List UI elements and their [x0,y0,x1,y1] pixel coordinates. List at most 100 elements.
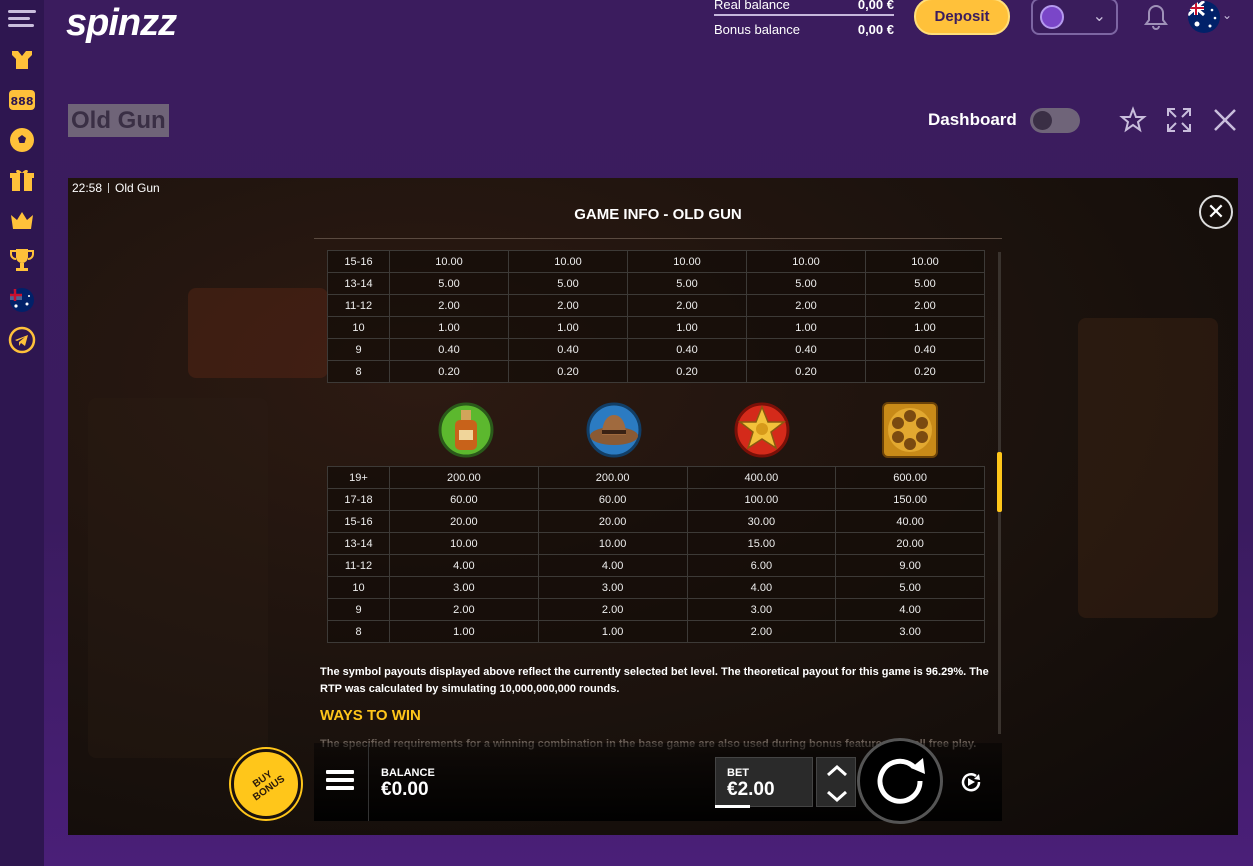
paytable-high-symbols: 19+ 200.00 200.00 400.00 600.00 17-18 60.00 60.… [327,466,985,643]
divider [368,743,369,821]
game-balance-value: €0.00 [381,779,429,800]
real-balance-label: Real balance [714,0,790,12]
slots-icon[interactable]: 888 [6,84,38,116]
payout-value: 0.40 [865,338,985,361]
payout-value: 150.00 [835,488,985,511]
sheriff-star-icon [734,402,790,458]
payout-value: 600.00 [835,466,985,489]
count-label: 11-12 [327,294,390,317]
crown-icon[interactable] [6,204,38,236]
clock: 22:58 [72,181,103,195]
menu-icon[interactable] [6,2,38,34]
payout-value: 2.00 [686,620,837,643]
avatar [1040,5,1064,29]
payout-value: 5.00 [627,272,747,295]
payout-value: 60.00 [389,488,539,511]
payout-value: 0.20 [389,360,509,383]
count-label: 9 [327,338,390,361]
count-label: 9 [327,598,390,621]
payout-value: 10.00 [389,532,539,555]
scrollbar-thumb[interactable] [997,452,1002,512]
buy-bonus-button[interactable]: BUY BONUS [231,749,301,819]
payout-value: 5.00 [746,272,866,295]
payout-value: 1.00 [537,620,688,643]
autoplay-icon[interactable] [957,768,985,796]
payout-value: 10.00 [508,250,628,273]
casino-icon[interactable] [6,44,38,76]
close-game-icon[interactable] [1211,106,1239,134]
close-icon[interactable]: ✕ [1199,195,1233,229]
count-label: 15-16 [327,510,390,533]
payout-value: 2.00 [627,294,747,317]
payout-value: 4.00 [389,554,539,577]
bet-stepper[interactable] [816,757,856,807]
count-label: 8 [327,360,390,383]
payout-value: 2.00 [508,294,628,317]
whiskey-bottle-icon [438,402,494,458]
payout-value: 4.00 [537,554,688,577]
sidebar: 888 [0,0,44,866]
real-balance-value: 0,00 € [857,0,894,12]
payout-value: 3.00 [389,576,539,599]
table-row: 11-12 4.00 4.00 6.00 9.00 [327,554,985,577]
australia-flag-icon[interactable] [6,284,38,316]
favorite-star-icon[interactable] [1119,106,1147,134]
language-flag-icon[interactable] [1188,1,1220,33]
payout-value: 2.00 [746,294,866,317]
dashboard-label: Dashboard [928,110,1017,129]
profile-menu-button[interactable]: ⌄ [1031,0,1118,35]
site-logo[interactable]: spinzz [66,2,177,45]
payout-value: 2.00 [389,294,509,317]
payout-value: 15.00 [686,532,837,555]
payout-value: 10.00 [537,532,688,555]
payout-note: The symbol payouts displayed above refle… [320,666,989,695]
game-status-bar: 22:58 Old Gun [72,181,160,195]
bonus-balance-value: 0,00 € [857,22,894,37]
table-row: 13-14 10.00 10.00 15.00 20.00 [327,532,985,555]
count-label: 17-18 [327,488,390,511]
trophy-icon[interactable] [6,244,38,276]
payout-value: 5.00 [835,576,985,599]
payout-value: 0.20 [627,360,747,383]
payout-value: 4.00 [686,576,837,599]
game-menu-icon[interactable] [326,770,354,794]
table-row: 17-18 60.00 60.00 100.00 150.00 [327,488,985,511]
payout-value: 0.40 [627,338,747,361]
game-frame[interactable]: 22:58 Old Gun GAME INFO - OLD GUN ✕ 15-16… [68,178,1238,835]
dashboard-toggle[interactable] [1030,108,1080,133]
table-row: 9 2.00 2.00 3.00 4.00 [327,598,985,621]
info-panel-title: GAME INFO - OLD GUN [574,206,742,223]
sports-ball-icon[interactable] [6,124,38,156]
payout-value: 10.00 [865,250,985,273]
count-label: 13-14 [327,272,390,295]
payout-value: 200.00 [537,466,688,489]
payout-value: 30.00 [686,510,837,533]
count-label: 8 [327,620,390,643]
deposit-button[interactable]: Deposit [914,0,1010,35]
count-label: 15-16 [327,250,390,273]
ways-to-win-heading: WAYS TO WIN [320,707,421,724]
payout-value: 2.00 [865,294,985,317]
payout-value: 0.20 [508,360,628,383]
table-row: 10 1.00 1.00 1.00 1.00 1.00 [327,316,985,339]
telegram-icon[interactable] [6,324,38,356]
fullscreen-icon[interactable] [1165,106,1193,134]
bell-icon[interactable] [1142,3,1170,31]
payout-value: 0.40 [746,338,866,361]
bet-label: BET [727,767,749,779]
payout-value: 200.00 [389,466,539,489]
cowboy-hat-icon [586,402,642,458]
table-row: 10 3.00 3.00 4.00 5.00 [327,576,985,599]
payout-value: 0.20 [746,360,866,383]
gift-icon[interactable] [6,164,38,196]
table-row: 13-14 5.00 5.00 5.00 5.00 5.00 [327,272,985,295]
payout-value: 60.00 [537,488,688,511]
payout-value: 20.00 [389,510,539,533]
language-chevron-icon[interactable]: ⌄ [1222,8,1232,22]
status-title: Old Gun [115,181,160,195]
bet-level-indicator [715,805,750,808]
svg-text:888: 888 [11,95,34,108]
payout-value: 1.00 [627,316,747,339]
spin-button[interactable] [857,738,943,824]
table-row: 11-12 2.00 2.00 2.00 2.00 2.00 [327,294,985,317]
